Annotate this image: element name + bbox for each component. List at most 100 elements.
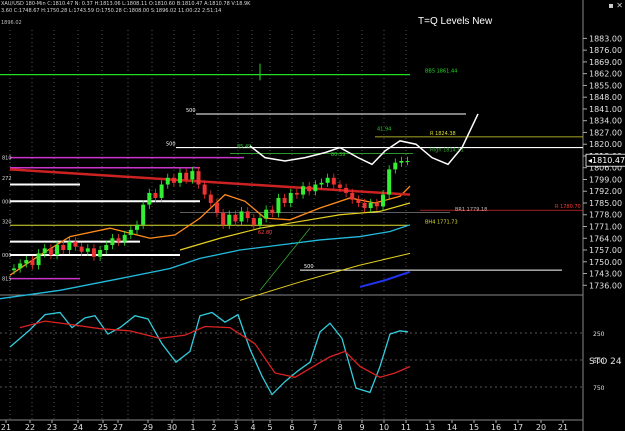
price-tick-label: 1820.00: [589, 140, 622, 149]
candle-body: [12, 268, 16, 271]
candle-body: [98, 250, 103, 257]
level-label: 500: [186, 108, 196, 114]
candle-body: [165, 177, 170, 185]
oscillator-level-label: 250: [593, 331, 605, 338]
left-level-label: 000: [2, 199, 12, 205]
date-tick-label: 22: [25, 423, 35, 431]
price-tick-label: 1799.00: [589, 175, 622, 184]
candle-body: [350, 192, 355, 200]
candle-body: [171, 177, 176, 183]
price-tick-label: 1764.00: [589, 234, 622, 243]
date-tick-label: 16: [491, 423, 501, 431]
candle-body: [282, 197, 287, 203]
ma-blue-line: [359, 270, 411, 288]
candle-body: [313, 184, 318, 192]
candle-body: [184, 172, 189, 180]
date-tick-label: 29: [143, 423, 153, 431]
candle-body: [294, 192, 299, 195]
candle-body: [110, 238, 115, 245]
candle-body: [24, 260, 29, 264]
price-tick-label: 1876.00: [589, 46, 622, 55]
candle-body: [239, 211, 244, 222]
candle-body: [227, 214, 232, 225]
date-tick-label: 25: [98, 423, 108, 431]
date-tick-label: 2: [211, 423, 216, 431]
date-tick-label: 17: [513, 423, 523, 431]
candle-body: [307, 186, 312, 192]
left-level-label: 810: [2, 156, 12, 162]
level-label: 500: [304, 264, 314, 270]
symbol-box: 1896.02: [1, 20, 22, 26]
price-tick-label: 1827.00: [589, 128, 622, 137]
date-tick-label: 3: [233, 423, 238, 431]
date-tick-label: 11: [401, 423, 411, 431]
candle-body: [196, 171, 201, 185]
level-label: 62.80: [258, 230, 272, 236]
candle-body: [36, 253, 41, 266]
level-label: 500: [166, 142, 176, 148]
level-label: 80.39: [331, 152, 345, 158]
candle-body: [270, 209, 275, 214]
price-tick-label: 1736.00: [589, 281, 622, 290]
candle-body: [190, 171, 195, 180]
left-level-label: 815: [2, 277, 12, 283]
candle-body: [258, 218, 262, 225]
quote-header-line1: XAU/USD 180-Min C:1810.47 N: 0.37 H:1813…: [1, 1, 251, 7]
candle-body: [104, 244, 109, 251]
candle-body: [288, 192, 293, 203]
candle-body: [141, 204, 146, 225]
candle-body: [91, 248, 96, 257]
price-tick-label: 1883.00: [589, 34, 622, 43]
candle-body: [387, 169, 392, 195]
candle-body: [159, 184, 164, 198]
date-tick-label: 10: [379, 423, 389, 431]
candle-body: [48, 248, 53, 256]
left-level-label: 320: [2, 219, 12, 225]
date-tick-label: 30: [167, 423, 177, 431]
price-tick-label: 1785.00: [589, 199, 622, 208]
candle-body: [381, 194, 385, 207]
price-tick-label: 1862.00: [589, 70, 622, 79]
date-tick-label: 7: [312, 423, 317, 431]
date-tick-label: 1: [190, 423, 195, 431]
candle-body: [61, 244, 66, 251]
candle-body: [116, 238, 121, 242]
candle-body: [85, 248, 90, 252]
price-tick-label: 1750.00: [589, 258, 622, 267]
date-tick-label: 14: [447, 423, 457, 431]
price-tick-label: 1778.00: [589, 211, 622, 220]
date-tick-label: 27: [113, 423, 123, 431]
candle-body: [147, 192, 152, 205]
trend-line-red: [9, 168, 411, 196]
candle-body: [79, 246, 84, 252]
price-chart[interactable]: 1883.00 1876.00 1869.00 1862.00 1855.00 1848.…: [0, 0, 625, 431]
candle-body: [325, 177, 330, 183]
stochastic-d-line: [19, 320, 411, 378]
candle-body: [393, 162, 398, 170]
candle-body: [221, 213, 226, 225]
date-tick-label: 6: [289, 423, 294, 431]
date-tick-label: 5: [267, 423, 272, 431]
date-tick-label: 15: [469, 423, 479, 431]
candle-body: [264, 209, 269, 219]
date-tick-label: 9: [359, 423, 364, 431]
price-tick-label: 1855.00: [589, 81, 622, 90]
trading-chart-window: 1883.00 1876.00 1869.00 1862.00 1855.00 1848.…: [0, 0, 625, 431]
date-tick-label: 20: [536, 423, 546, 431]
level-label: BH4 1771.73: [425, 219, 458, 225]
candle-body: [337, 184, 342, 188]
candle-body: [55, 244, 60, 256]
candle-body: [18, 263, 23, 269]
oscillator-level-label: 750: [593, 385, 605, 392]
candle-body: [374, 202, 379, 207]
current-price-label: ◂1810.47: [588, 156, 625, 165]
date-tick-label: 4: [250, 423, 255, 431]
left-level-label: 000: [2, 253, 12, 259]
candle-body: [405, 161, 410, 162]
oscillator-name: STO 24: [589, 357, 622, 367]
candle-body: [128, 229, 133, 235]
candle-body: [214, 202, 219, 214]
close-icon[interactable]: ▪ ✕: [608, 1, 623, 10]
candle-body: [319, 182, 324, 185]
candle-body: [30, 260, 35, 266]
